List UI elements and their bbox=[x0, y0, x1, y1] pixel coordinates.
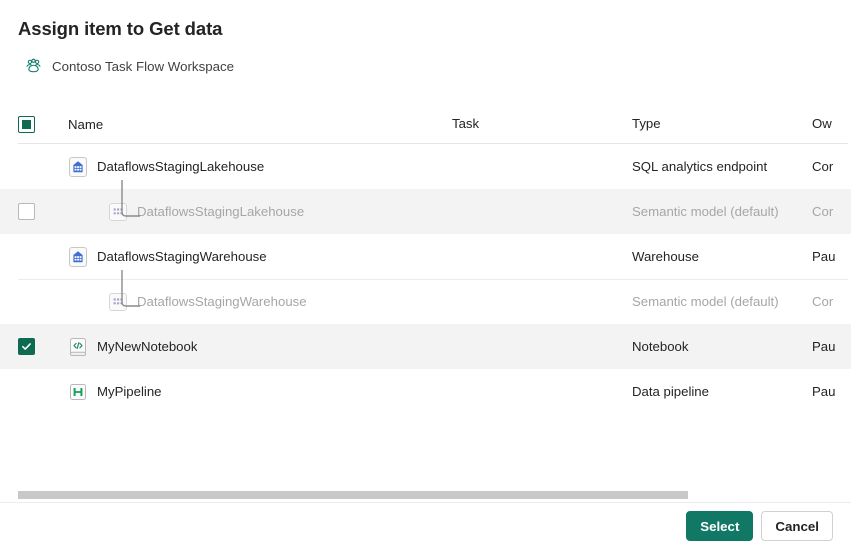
workspace-people-icon bbox=[24, 57, 43, 76]
dialog-footer: Select Cancel bbox=[686, 511, 833, 541]
items-table: Name Task Type Ow bbox=[0, 104, 851, 484]
table-header-row: Name Task Type Ow bbox=[0, 104, 851, 144]
row-checkbox-cell[interactable] bbox=[0, 338, 52, 355]
column-header-task[interactable]: Task bbox=[452, 116, 479, 131]
item-owner: Cor bbox=[812, 204, 833, 219]
item-name: MyNewNotebook bbox=[97, 339, 197, 354]
warehouse-icon bbox=[68, 247, 88, 267]
semantic-model-icon bbox=[108, 202, 128, 222]
item-owner: Pau bbox=[812, 249, 835, 264]
table-row[interactable]: DataflowsStagingWarehouse Semantic model… bbox=[0, 279, 851, 324]
column-header-type[interactable]: Type bbox=[632, 116, 661, 131]
item-owner: Cor bbox=[812, 159, 833, 174]
table-row[interactable]: MyNewNotebook Notebook Pau bbox=[0, 324, 851, 369]
item-name: DataflowsStagingWarehouse bbox=[97, 249, 267, 264]
cancel-button[interactable]: Cancel bbox=[761, 511, 833, 541]
item-owner: Cor bbox=[812, 294, 833, 309]
table-row[interactable]: DataflowsStagingLakehouse Semantic model… bbox=[0, 189, 851, 234]
select-button[interactable]: Select bbox=[686, 511, 753, 541]
checkbox-checked-icon[interactable] bbox=[18, 338, 35, 355]
workspace-name: Contoso Task Flow Workspace bbox=[52, 59, 234, 74]
scrollbar-thumb[interactable] bbox=[18, 491, 688, 499]
item-type: Semantic model (default) bbox=[632, 204, 779, 219]
item-name: MyPipeline bbox=[97, 384, 162, 399]
checkbox-unchecked-icon[interactable] bbox=[18, 203, 35, 220]
column-header-owner[interactable]: Ow bbox=[812, 116, 832, 131]
column-header-name[interactable]: Name bbox=[52, 117, 103, 132]
data-pipeline-icon bbox=[68, 382, 88, 402]
item-owner: Pau bbox=[812, 384, 835, 399]
item-name: DataflowsStagingLakehouse bbox=[137, 204, 304, 219]
lakehouse-icon bbox=[68, 157, 88, 177]
table-row[interactable]: DataflowsStagingWarehouse Warehouse Pau bbox=[0, 234, 851, 279]
item-type: SQL analytics endpoint bbox=[632, 159, 767, 174]
item-type: Notebook bbox=[632, 339, 688, 354]
table-row[interactable]: DataflowsStagingLakehouse SQL analytics … bbox=[0, 144, 851, 189]
notebook-icon bbox=[68, 337, 88, 357]
item-type: Data pipeline bbox=[632, 384, 709, 399]
assign-item-dialog: Assign item to Get data Contoso Task Flo… bbox=[0, 0, 851, 553]
row-checkbox-cell[interactable] bbox=[0, 203, 52, 220]
item-name: DataflowsStagingLakehouse bbox=[97, 159, 264, 174]
item-owner: Pau bbox=[812, 339, 835, 354]
checkbox-indeterminate-icon[interactable] bbox=[18, 116, 35, 133]
select-all-checkbox-cell[interactable] bbox=[0, 116, 52, 133]
table-row[interactable]: MyPipeline Data pipeline Pau bbox=[0, 369, 851, 414]
item-name: DataflowsStagingWarehouse bbox=[137, 294, 307, 309]
horizontal-scrollbar[interactable] bbox=[18, 491, 833, 499]
page-title: Assign item to Get data bbox=[18, 18, 222, 40]
item-type: Warehouse bbox=[632, 249, 699, 264]
semantic-model-icon bbox=[108, 292, 128, 312]
breadcrumb: Contoso Task Flow Workspace bbox=[24, 57, 234, 76]
footer-divider bbox=[0, 502, 851, 503]
item-type: Semantic model (default) bbox=[632, 294, 779, 309]
